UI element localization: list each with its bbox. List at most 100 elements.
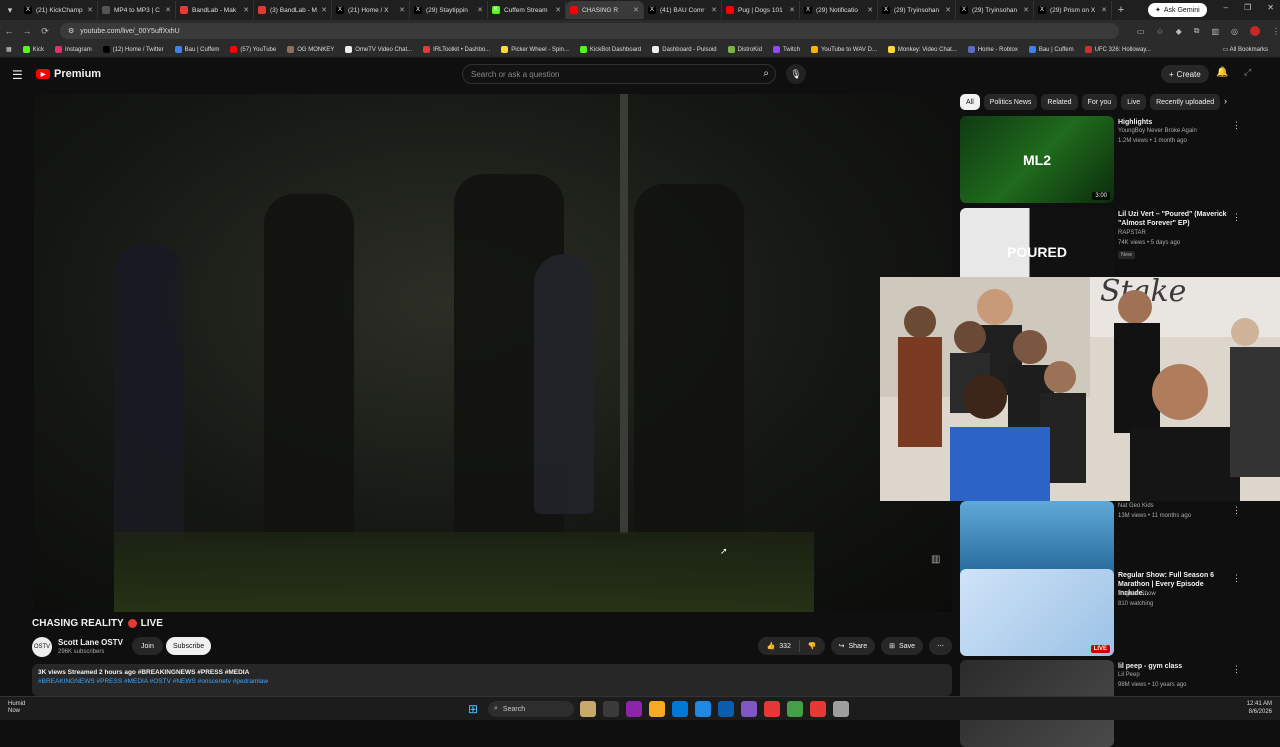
tab-close-icon[interactable]: ✕: [555, 6, 561, 14]
video-player[interactable]: ➚ ▥: [34, 94, 952, 612]
tab-close-icon[interactable]: ✕: [87, 6, 93, 14]
back-icon[interactable]: ←: [0, 26, 18, 36]
bookmark-item[interactable]: OG MONKEY: [287, 46, 334, 53]
extension-icon[interactable]: ◆: [1176, 27, 1182, 36]
close-icon[interactable]: ✕: [1267, 3, 1274, 12]
description-tags[interactable]: #BREAKINGNEWS #PRESS #MEDIA #OSTV #NEWS …: [38, 678, 946, 685]
bookmark-item[interactable]: OmeTV Video Chat...: [345, 46, 412, 53]
reload-icon[interactable]: ⟳: [36, 26, 54, 37]
puzzle-icon[interactable]: ⧉: [1194, 26, 1200, 36]
like-button[interactable]: 👍 332: [758, 640, 800, 652]
browser-tab[interactable]: K Cuffem Stream ✕: [488, 1, 566, 19]
microphone-icon[interactable]: 🎙: [786, 64, 806, 84]
bookmark-item[interactable]: (57) YouTube: [230, 46, 276, 53]
bookmark-item[interactable]: Twitch: [772, 46, 800, 53]
bookmark-item[interactable]: Picker Wheel - Spin...: [501, 46, 569, 53]
taskbar-app-icon[interactable]: [787, 701, 803, 717]
filter-chip[interactable]: For you: [1081, 94, 1118, 110]
more-vertical-icon[interactable]: ⋮: [1232, 664, 1241, 675]
taskbar-app-icon[interactable]: [810, 701, 826, 717]
browser-menu-icon[interactable]: ⋮: [1272, 27, 1280, 36]
new-tab-icon[interactable]: +: [1112, 4, 1130, 16]
google-lens-icon[interactable]: ◎: [1231, 27, 1238, 36]
browser-tab[interactable]: X (29) Staytippin ✕: [410, 1, 488, 19]
bookmark-item[interactable]: IRLToolkit • Dashbo...: [423, 46, 490, 53]
taskbar-app-icon[interactable]: [672, 701, 688, 717]
recommended-channel[interactable]: RAPSTAR: [1118, 230, 1146, 236]
bookmark-item[interactable]: DistroKid: [727, 46, 762, 53]
bookmark-star-icon[interactable]: ☆: [1156, 27, 1163, 36]
video-thumbnail[interactable]: ML2 3:00: [960, 116, 1114, 203]
bookmark-item[interactable]: Dashboard - Pulsoid: [652, 46, 717, 53]
tab-close-icon[interactable]: ✕: [1023, 6, 1029, 14]
tab-close-icon[interactable]: ✕: [1101, 6, 1107, 14]
browser-tab[interactable]: X (29) Notificatio ✕: [800, 1, 878, 19]
menu-hamburger-icon[interactable]: ☰: [12, 68, 23, 82]
recommended-video[interactable]: LIVE Regular Show: Full Season 6 Marathon…: [960, 569, 1260, 656]
browser-tab[interactable]: X (21) Home / X ✕: [332, 1, 410, 19]
taskbar-app-icon[interactable]: [764, 701, 780, 717]
filter-chip[interactable]: All: [960, 94, 980, 110]
browser-tab[interactable]: X (29) Tryinsohan ✕: [878, 1, 956, 19]
bookmark-item[interactable]: Monkey: Video Chat...: [887, 46, 957, 53]
browser-tab[interactable]: (3) BandLab - M ✕: [254, 1, 332, 19]
taskbar-app-icon[interactable]: [695, 701, 711, 717]
share-button[interactable]: ↪ Share: [830, 637, 876, 655]
tab-close-icon[interactable]: ✕: [945, 6, 951, 14]
bookmark-item[interactable]: Bau | Cuffem: [1028, 46, 1074, 53]
account-icon[interactable]: ⤢: [1244, 67, 1251, 78]
bookmark-item[interactable]: Home - Roblox: [967, 46, 1018, 53]
bookmark-item[interactable]: YouTube to WAV D...: [810, 46, 877, 53]
url-field[interactable]: ⚙ youtube.com/live/_00Y5uffXxhU: [59, 23, 1119, 39]
tab-close-icon[interactable]: ✕: [321, 6, 327, 14]
filter-chip[interactable]: Related: [1041, 94, 1078, 110]
cast-icon[interactable]: ▭: [1137, 27, 1145, 36]
bookmark-item[interactable]: Kick: [22, 46, 44, 53]
more-vertical-icon[interactable]: ⋮: [1232, 120, 1241, 131]
taskbar-app-icon[interactable]: [718, 701, 734, 717]
ask-gemini-button[interactable]: ✦ Ask Gemini: [1148, 3, 1207, 17]
recommended-title[interactable]: Lil Uzi Vert – "Poured" (Maverick "Almos…: [1118, 210, 1230, 228]
browser-tab[interactable]: X (29) Tryinsohan ✕: [956, 1, 1034, 19]
tab-close-icon[interactable]: ✕: [243, 6, 249, 14]
more-vertical-icon[interactable]: ⋮: [1232, 212, 1241, 223]
tab-list-chevron-icon[interactable]: ▾: [0, 0, 20, 20]
site-info-icon[interactable]: ⚙: [68, 27, 74, 35]
taskbar-app-icon[interactable]: [833, 701, 849, 717]
recommended-channel[interactable]: Nat Geo Kids: [1118, 503, 1154, 509]
taskbar-app-icon[interactable]: [580, 701, 596, 717]
search-icon[interactable]: ⌕: [763, 68, 769, 79]
channel-avatar[interactable]: OSTV: [32, 637, 52, 657]
browser-tab[interactable]: X (41) BAU Comr ✕: [644, 1, 722, 19]
tab-close-icon[interactable]: ✕: [165, 6, 171, 14]
recommended-channel[interactable]: Lil Peep: [1118, 672, 1140, 678]
taskbar-app-icon[interactable]: [626, 701, 642, 717]
dislike-button[interactable]: 👎: [800, 642, 825, 650]
video-thumbnail[interactable]: LIVE: [960, 569, 1114, 656]
filter-chip[interactable]: Recently uploaded: [1150, 94, 1221, 110]
bookmark-item[interactable]: Bau | Cuffem: [174, 46, 219, 53]
youtube-premium-logo[interactable]: ▶ Premium: [36, 68, 101, 80]
bookmark-item[interactable]: Instagram: [55, 46, 92, 53]
join-button[interactable]: Join: [132, 637, 163, 655]
apps-grid-icon[interactable]: ▦: [6, 46, 12, 53]
profile-avatar[interactable]: [1250, 26, 1261, 36]
tab-close-icon[interactable]: ✕: [789, 6, 795, 14]
taskbar-app-icon[interactable]: [603, 701, 619, 717]
windows-start-icon[interactable]: ⊞: [468, 702, 478, 716]
restore-icon[interactable]: ❐: [1244, 3, 1251, 12]
browser-tab[interactable]: X (29) Prism on X ✕: [1034, 1, 1112, 19]
more-vertical-icon[interactable]: ⋮: [1232, 505, 1241, 516]
notifications-bell-icon[interactable]: 🔔: [1216, 67, 1228, 78]
tab-close-icon[interactable]: ✕: [711, 6, 717, 14]
browser-tab[interactable]: MP4 to MP3 | C ✕: [98, 1, 176, 19]
taskbar-search[interactable]: ⌕ Search: [488, 701, 574, 717]
taskbar-app-icon[interactable]: [649, 701, 665, 717]
taskbar-app-icon[interactable]: [741, 701, 757, 717]
minimize-icon[interactable]: –: [1224, 3, 1228, 12]
sidebar-icon[interactable]: ▥: [1211, 27, 1219, 36]
tab-close-icon[interactable]: ✕: [399, 6, 405, 14]
bookmark-item[interactable]: KickBot Dashboard: [579, 46, 641, 53]
bookmark-item[interactable]: (12) Home / Twitter: [102, 46, 164, 53]
recommended-channel[interactable]: YoungBoy Never Broke Again: [1118, 128, 1197, 134]
